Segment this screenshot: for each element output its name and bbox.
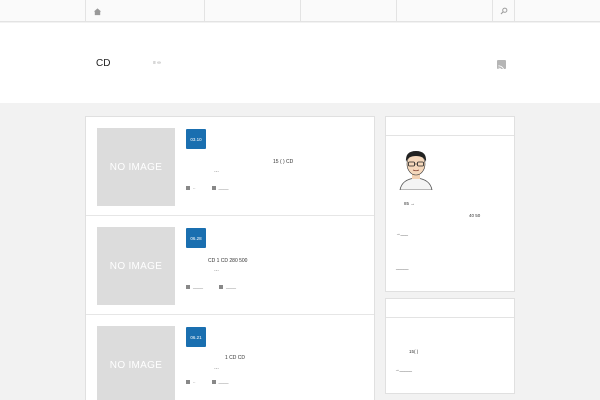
post-meta: .. ____ bbox=[186, 185, 229, 190]
home-icon bbox=[93, 7, 101, 15]
post-comments[interactable]: ____ bbox=[219, 185, 229, 190]
profile-more-link[interactable]: _____ bbox=[396, 265, 409, 270]
widget-link[interactable]: →_____ bbox=[395, 367, 412, 372]
top-nav-bar bbox=[0, 0, 600, 22]
post-comments[interactable]: ____ bbox=[226, 284, 236, 289]
site-header: CD ≡ ∞ bbox=[0, 23, 600, 103]
comment-icon bbox=[211, 379, 216, 384]
post-excerpt-more: … bbox=[214, 168, 219, 174]
nav-item-3[interactable] bbox=[301, 0, 397, 22]
post-comments[interactable]: ____ bbox=[219, 379, 229, 384]
avatar bbox=[399, 151, 433, 190]
post-excerpt[interactable]: CD 1 CD 280 500 bbox=[208, 258, 247, 264]
comment-icon bbox=[211, 185, 216, 190]
post-meta: ____ ____ bbox=[186, 284, 236, 289]
category-icon bbox=[186, 284, 190, 289]
post-excerpt[interactable]: 15 ( ) CD bbox=[273, 159, 293, 165]
date-badge: 03.10 bbox=[186, 129, 206, 149]
profile-widget: 85 → 40 50 →___ _____ bbox=[385, 116, 515, 292]
post-excerpt-more: … bbox=[214, 267, 219, 273]
profile-link[interactable]: →___ bbox=[396, 231, 408, 236]
date-badge: 06.21 bbox=[186, 327, 206, 347]
rss-icon[interactable] bbox=[497, 60, 506, 72]
widget-text: 15( ) bbox=[409, 349, 419, 354]
profile-body: 85 → 40 50 →___ _____ bbox=[386, 137, 514, 291]
category-icon bbox=[186, 379, 190, 384]
date-badge: 06.28 bbox=[186, 228, 206, 248]
post-item: NO IMAGE 06.21 1 CD CD … .. ____ bbox=[86, 315, 374, 400]
post-item: NO IMAGE 03.10 15 ( ) CD … .. ____ bbox=[86, 117, 374, 216]
search-button[interactable] bbox=[492, 0, 514, 22]
comment-icon bbox=[219, 284, 224, 289]
post-category[interactable]: ____ bbox=[193, 284, 203, 289]
sidebar-widget: 15( ) →_____ bbox=[385, 298, 515, 394]
header-description: ≡ ∞ bbox=[153, 60, 161, 66]
post-thumbnail[interactable]: NO IMAGE bbox=[97, 227, 175, 305]
nav-item-2[interactable] bbox=[205, 0, 301, 22]
profile-text-1: 85 → bbox=[404, 201, 415, 206]
nav-item-1[interactable] bbox=[108, 0, 205, 22]
post-excerpt[interactable]: 1 CD CD bbox=[225, 355, 245, 361]
post-thumbnail[interactable]: NO IMAGE bbox=[97, 128, 175, 206]
top-nav-inner bbox=[85, 0, 515, 22]
category-icon bbox=[186, 185, 190, 190]
profile-text-2: 40 50 bbox=[469, 213, 481, 218]
home-button[interactable] bbox=[86, 0, 108, 22]
post-meta: .. ____ bbox=[186, 379, 229, 384]
post-thumbnail[interactable]: NO IMAGE bbox=[97, 326, 175, 400]
site-title[interactable]: CD bbox=[96, 58, 110, 69]
rss-glyph bbox=[498, 65, 505, 72]
widget-title-bar bbox=[386, 117, 514, 136]
post-category[interactable]: .. bbox=[193, 185, 196, 190]
post-item: NO IMAGE 06.28 CD 1 CD 280 500 … ____ __… bbox=[86, 216, 374, 315]
post-list: NO IMAGE 03.10 15 ( ) CD … .. ____ NO IM… bbox=[85, 116, 375, 400]
post-excerpt-more: … bbox=[214, 365, 219, 371]
search-icon bbox=[500, 7, 507, 15]
widget-title-bar bbox=[386, 299, 514, 318]
post-category[interactable]: .. bbox=[193, 379, 196, 384]
